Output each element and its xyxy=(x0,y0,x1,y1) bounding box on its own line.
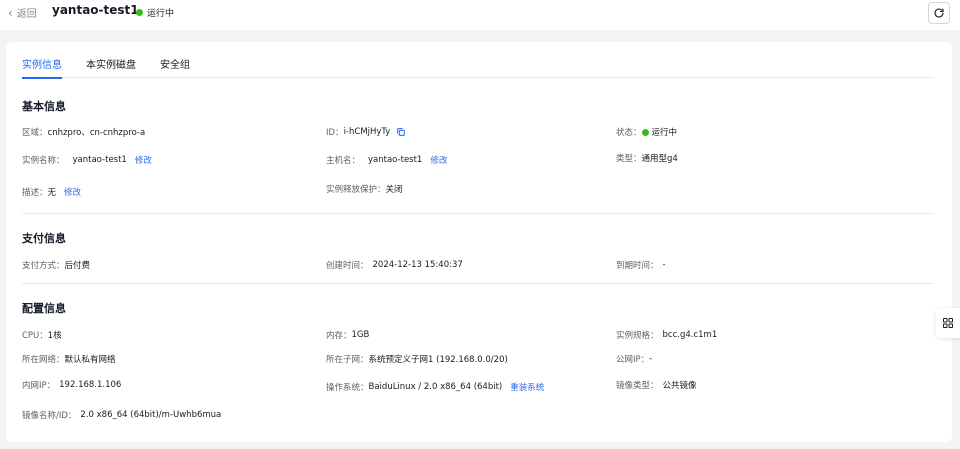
refresh-button[interactable] xyxy=(928,2,950,24)
edit-name-link[interactable]: 修改 xyxy=(135,154,152,166)
field-hostname: 主机名： yantao-test1 修改 xyxy=(326,154,447,166)
host-value: yantao-test1 xyxy=(368,155,423,165)
os-label: 操作系统： xyxy=(326,383,369,393)
image-name-label: 镜像名称/ID： xyxy=(22,411,77,421)
cpu-label: CPU： xyxy=(22,331,48,341)
image-name-value: 2.0 x86_64 (64bit)/m-Uwhb6mua xyxy=(80,410,222,420)
field-spec: 实例规格： bcc.g4.c1m1 xyxy=(616,329,717,341)
image-type-value: 公共镜像 xyxy=(662,381,697,391)
method-label: 支付方式： xyxy=(22,261,65,271)
edit-host-link[interactable]: 修改 xyxy=(430,154,447,166)
region-value: cnhzpro、cn-cnhzpro-a xyxy=(47,128,146,138)
status-badge: 运行中 xyxy=(136,6,174,19)
image-type-label: 镜像类型： xyxy=(616,381,659,391)
created-value: 2024-12-13 15:40:37 xyxy=(372,260,463,270)
protect-value: 关闭 xyxy=(385,185,403,195)
field-expire-time: 到期时间： - xyxy=(616,259,666,271)
private-ip-label: 内网IP： xyxy=(22,381,56,391)
public-ip-label: 公网IP： xyxy=(616,355,650,365)
field-type: 类型： 通用型g4 xyxy=(616,152,678,164)
chevron-left-icon: ‹ xyxy=(8,5,13,20)
private-ip-value: 192.168.1.106 xyxy=(59,380,122,390)
network-label: 所在网络： xyxy=(22,355,65,365)
id-value: i-hCMjHyTy xyxy=(343,127,391,137)
type-value: 通用型g4 xyxy=(641,154,678,164)
divider xyxy=(22,283,934,284)
field-image-type: 镜像类型： 公共镜像 xyxy=(616,379,697,391)
desc-value: 无 xyxy=(47,188,57,198)
name-label: 实例名称： xyxy=(22,156,65,166)
state-label: 状态： xyxy=(616,128,642,138)
running-dot-icon xyxy=(641,128,649,136)
created-label: 创建时间： xyxy=(326,261,369,271)
back-link[interactable]: ‹ 返回 xyxy=(8,5,37,21)
edit-desc-link[interactable]: 修改 xyxy=(64,186,81,198)
running-dot-icon xyxy=(136,9,143,16)
state-value: 运行中 xyxy=(651,128,678,138)
expire-value: - xyxy=(662,260,666,270)
expire-label: 到期时间： xyxy=(616,261,659,271)
floating-apps-button[interactable] xyxy=(936,308,960,338)
method-value: 后付费 xyxy=(64,261,91,271)
status-text: 运行中 xyxy=(147,9,175,19)
field-description: 描述： 无 修改 xyxy=(22,186,81,198)
desc-label: 描述： xyxy=(22,188,48,198)
spec-label: 实例规格： xyxy=(616,331,659,341)
field-created-time: 创建时间： 2024-12-13 15:40:37 xyxy=(326,259,463,271)
divider xyxy=(22,213,934,214)
instance-detail-card: 实例信息 本实例磁盘 安全组 基本信息 区域： cnhzpro、cn-cnhzp… xyxy=(6,42,952,442)
back-label: 返回 xyxy=(16,9,37,20)
field-memory: 内存： 1GB xyxy=(326,329,369,341)
tab-bar: 实例信息 本实例磁盘 安全组 xyxy=(22,56,934,79)
os-value: BaiduLinux / 2.0 x86_64 (64bit) xyxy=(368,382,503,392)
spec-value: bcc.g4.c1m1 xyxy=(662,330,718,340)
field-instance-name: 实例名称： yantao-test1 修改 xyxy=(22,154,152,166)
page-title: yantao-test1 xyxy=(52,3,139,17)
mem-value: 1GB xyxy=(351,330,370,340)
tab-instance-disks[interactable]: 本实例磁盘 xyxy=(86,56,136,77)
field-public-ip: 公网IP： - xyxy=(616,353,652,365)
tab-security-group[interactable]: 安全组 xyxy=(160,56,190,77)
type-label: 类型： xyxy=(616,154,642,164)
field-private-ip: 内网IP： 192.168.1.106 xyxy=(22,379,121,391)
field-subnet: 所在子网： 系统预定义子网1 (192.168.0.0/20) xyxy=(326,353,508,365)
reinstall-os-link[interactable]: 重装系统 xyxy=(510,381,544,393)
network-value: 默认私有网络 xyxy=(64,355,116,365)
field-state: 状态： 运行中 xyxy=(616,126,677,138)
mem-label: 内存： xyxy=(326,331,352,341)
public-ip-value: - xyxy=(649,354,653,364)
field-release-protection: 实例释放保护： 关闭 xyxy=(326,183,403,195)
field-id: ID： i-hCMjHyTy xyxy=(326,126,406,138)
grid-icon xyxy=(943,318,953,328)
field-image-name: 镜像名称/ID： 2.0 x86_64 (64bit)/m-Uwhb6mua xyxy=(22,409,221,421)
host-label: 主机名： xyxy=(326,156,361,166)
copy-icon[interactable] xyxy=(396,127,406,137)
region-label: 区域： xyxy=(22,128,48,138)
section-title-payment: 支付信息 xyxy=(22,232,66,245)
top-bar: ‹ 返回 yantao-test1 运行中 xyxy=(0,0,960,30)
field-payment-method: 支付方式： 后付费 xyxy=(22,259,90,271)
cpu-value: 1核 xyxy=(47,331,62,341)
section-title-config: 配置信息 xyxy=(22,302,66,315)
refresh-icon xyxy=(934,8,944,18)
section-title-basic: 基本信息 xyxy=(22,100,66,113)
name-value: yantao-test1 xyxy=(72,155,127,165)
field-region: 区域： cnhzpro、cn-cnhzpro-a xyxy=(22,126,145,138)
field-cpu: CPU： 1核 xyxy=(22,329,62,341)
field-os: 操作系统： BaiduLinux / 2.0 x86_64 (64bit) 重装… xyxy=(326,381,544,393)
subnet-label: 所在子网： xyxy=(326,355,369,365)
subnet-value: 系统预定义子网1 (192.168.0.0/20) xyxy=(368,355,508,365)
field-network: 所在网络： 默认私有网络 xyxy=(22,353,116,365)
id-label: ID： xyxy=(326,128,344,138)
tab-instance-info[interactable]: 实例信息 xyxy=(22,56,62,79)
protect-label: 实例释放保护： xyxy=(326,185,386,195)
